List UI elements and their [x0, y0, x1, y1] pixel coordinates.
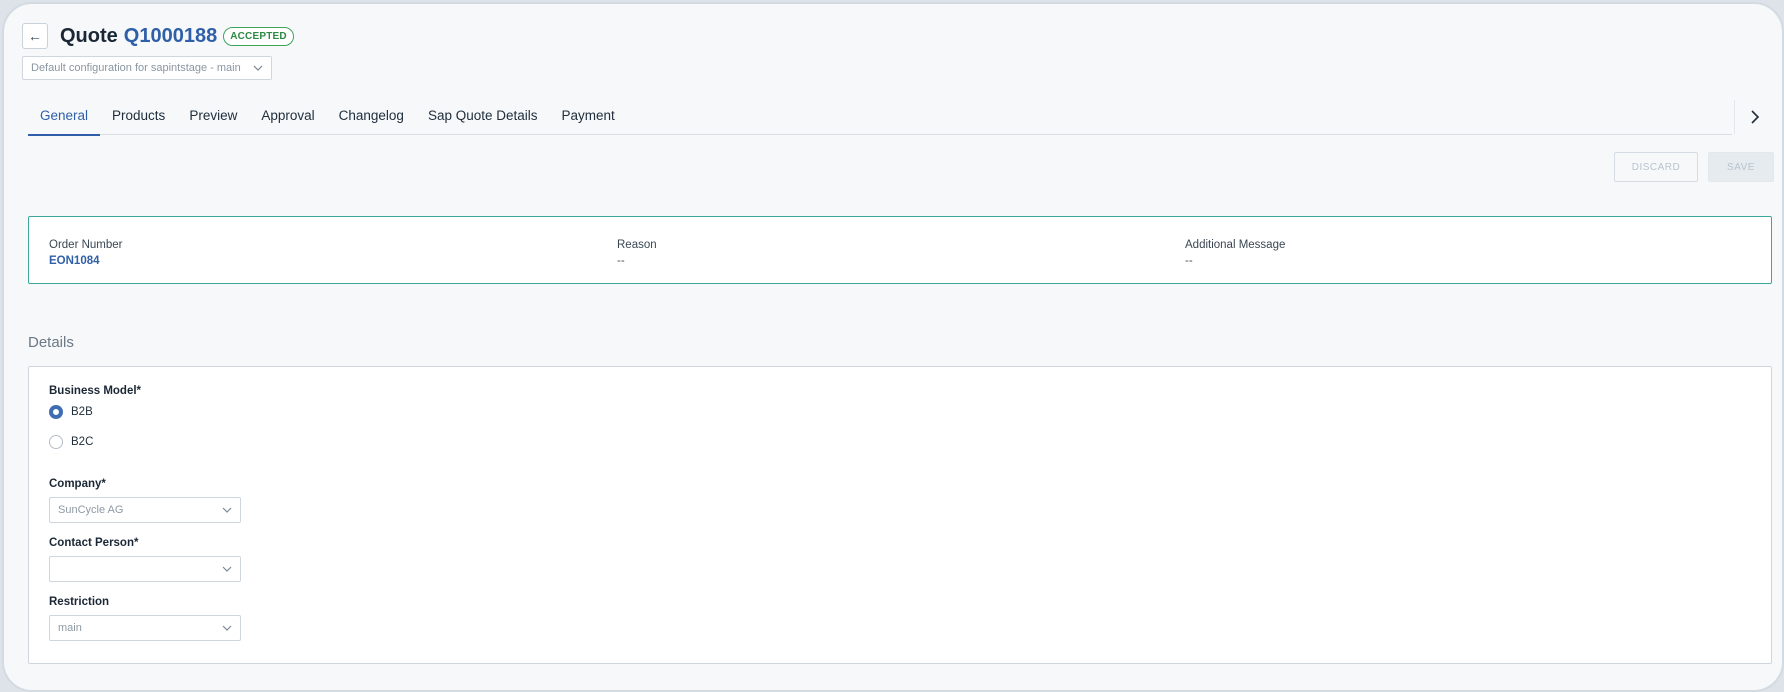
radio-b2c[interactable]: B2C: [49, 435, 93, 449]
radio-b2b-indicator[interactable]: [49, 405, 63, 419]
tab-approval[interactable]: Approval: [249, 100, 326, 134]
details-section-title: Details: [28, 334, 74, 351]
tab-preview[interactable]: Preview: [177, 100, 249, 134]
additional-message-label: Additional Message: [1185, 239, 1286, 251]
chevron-right-icon: [1751, 110, 1760, 124]
app-window: ← Quote Q1000188 ACCEPTED Default config…: [2, 2, 1784, 692]
tab-bar: General Products Preview Approval Change…: [28, 100, 1732, 136]
additional-message-field: Additional Message --: [1185, 239, 1285, 267]
reason-value: --: [617, 255, 625, 267]
order-number-field: Order Number EON1084: [49, 239, 123, 267]
page-title: Quote: [60, 24, 118, 47]
restriction-select[interactable]: main: [49, 615, 241, 641]
company-label: Company*: [49, 478, 106, 490]
radio-b2c-indicator[interactable]: [49, 435, 63, 449]
radio-b2c-label: B2C: [71, 436, 94, 448]
additional-message-value: --: [1185, 255, 1193, 267]
tab-scroll-right-button[interactable]: [1734, 100, 1775, 134]
restriction-label: Restriction: [49, 596, 110, 608]
tab-products[interactable]: Products: [100, 100, 177, 134]
tab-sap-quote-details[interactable]: Sap Quote Details: [416, 100, 550, 134]
chevron-down-icon: [222, 507, 232, 513]
arrow-left-icon: ←: [28, 28, 42, 44]
chevron-down-icon: [222, 625, 232, 631]
tab-changelog[interactable]: Changelog: [327, 100, 416, 134]
configuration-select-value: Default configuration for sapintstage - …: [31, 62, 241, 74]
discard-button[interactable]: DISCARD: [1614, 152, 1698, 182]
order-number-label: Order Number: [49, 239, 123, 251]
tab-payment[interactable]: Payment: [550, 100, 627, 134]
page-header: ← Quote Q1000188 ACCEPTED: [22, 22, 294, 50]
restriction-select-value: main: [58, 622, 82, 634]
reason-label: Reason: [617, 239, 657, 251]
quote-id: Q1000188: [123, 24, 218, 47]
save-button[interactable]: SAVE: [1708, 152, 1774, 182]
back-button[interactable]: ←: [22, 23, 48, 49]
radio-b2b-label: B2B: [71, 406, 93, 418]
contact-person-label: Contact Person*: [49, 537, 139, 549]
company-select[interactable]: SunCycle AG: [49, 497, 241, 523]
chevron-down-icon: [222, 566, 232, 572]
company-select-value: SunCycle AG: [58, 504, 124, 516]
configuration-select[interactable]: Default configuration for sapintstage - …: [22, 56, 272, 80]
business-model-label: Business Model*: [49, 385, 142, 397]
contact-person-select[interactable]: [49, 556, 241, 582]
details-panel: Business Model* B2B B2C Company* SunCycl…: [28, 366, 1772, 664]
order-info-panel: Order Number EON1084 Reason -- Additiona…: [28, 216, 1772, 284]
chevron-down-icon: [253, 65, 263, 71]
reason-field: Reason --: [617, 239, 657, 267]
order-number-link[interactable]: EON1084: [49, 255, 123, 267]
tab-general[interactable]: General: [28, 100, 101, 136]
status-badge: ACCEPTED: [223, 26, 294, 46]
radio-b2b[interactable]: B2B: [49, 405, 93, 419]
